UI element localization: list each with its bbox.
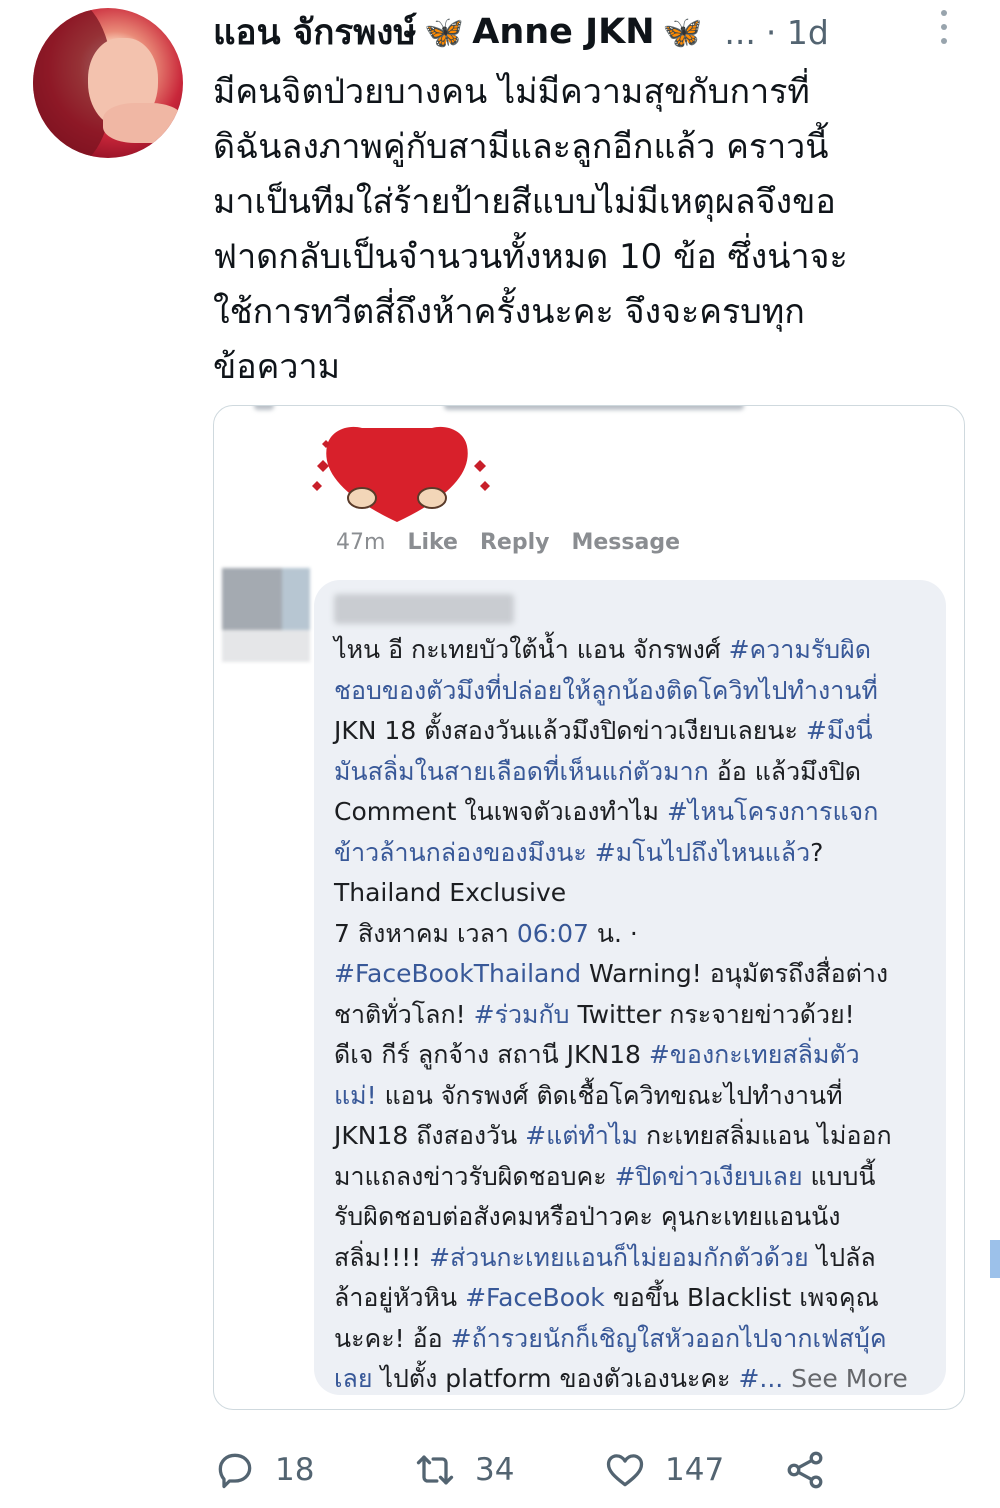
more-options-icon[interactable] [936, 10, 952, 44]
butterfly-emoji-icon: 🦋 [662, 13, 703, 51]
butterfly-emoji-icon: 🦋 [424, 13, 465, 51]
retweet-count: 34 [475, 1452, 515, 1488]
blurred-commenter-avatar [222, 568, 310, 664]
tweet-text-line: ฟาดกลับเป็นจำนวนทั้งหมด 10 ข้อ ซึ่งน่าจะ [213, 237, 848, 277]
comment-line: มันสลิ่มในสายเลือดที่เห็นแก่ตัวมาก อ้อ แ… [334, 756, 861, 786]
scroll-indicator[interactable] [990, 1240, 1000, 1278]
retweet-button[interactable]: 34 [413, 1448, 603, 1492]
like-button[interactable]: 147 [603, 1448, 783, 1492]
comment-time: 47m [336, 530, 386, 555]
comment-line: JKN 18 ตั้งสองวันแล้วมึงปิดข่าวเงียบเลยน… [334, 716, 873, 745]
comment-line: สลิ่ม!!!! #ส่วนกะเทยแอนก็ไม่ยอมกักตัวด้ว… [334, 1242, 876, 1272]
comment-line: ชาติทั่วโลก! #ร่วมกับ Twitter กระจายข่าว… [334, 999, 855, 1029]
reply-button[interactable]: 18 [213, 1448, 413, 1492]
display-name-english[interactable]: Anne JKN [472, 12, 654, 52]
comment-line: แม่! แอน จักรพงศ์ ติดเชื้อโควิทขณะไปทำงา… [334, 1080, 843, 1110]
comment-meta-row: 47m Like Reply Message [336, 530, 680, 555]
comment-line: เลย ไปตั้ง platform ของตัวเองนะคะ #... S… [334, 1364, 908, 1393]
comment-like-link: Like [407, 530, 458, 555]
attached-screenshot-image[interactable]: 47m Like Reply Message ไหน อี กะเทยบัวใต… [213, 405, 965, 1410]
like-count: 147 [665, 1452, 725, 1488]
comment-line: ล้าอยู่หัวหิน #FaceBook ขอขึ้น Blacklist… [334, 1283, 879, 1312]
tweet-text-line: มาเป็นทีมใส่ร้ายป้ายสีแบบไม่มีเหตุผลจึงข… [213, 182, 836, 222]
retweet-icon [416, 1455, 454, 1485]
comment-line: ชอบของตัวมึงที่ปล่อยให้ลูกน้องติดโควิทไป… [334, 675, 878, 705]
tweet-action-bar: 18 34 147 [213, 1442, 953, 1498]
share-button[interactable] [783, 1448, 845, 1492]
comment-line: ไหน อี กะเทยบัวใต้น้ำ แอน จักรพงศ์ #ความ… [334, 635, 872, 664]
share-icon [787, 1451, 823, 1489]
tweet-text: มีคนจิตป่วยบางคน ไม่มีความสุขกับการที่ ด… [213, 65, 983, 395]
comment-line: 7 สิงหาคม เวลา 06:07 น. · [334, 918, 638, 948]
comment-line: นะคะ! อ้อ #ถ้ารวยนักก็เชิญใสหัวออกไปจากเ… [334, 1323, 887, 1353]
comment-line: ข้าวล้านกล่องของมึงนะ #มโนไปถึงไหนแล้ว? [334, 837, 824, 867]
comment-reply-link: Reply [479, 530, 550, 555]
display-name-thai[interactable]: แอน จักรพงษ์ [213, 5, 416, 60]
comment-line: Thailand Exclusive [334, 878, 567, 907]
like-icon [606, 1454, 644, 1487]
comment-text: ไหน อี กะเทยบัวใต้น้ำ แอน จักรพงศ์ #ความ… [334, 630, 944, 1400]
comment-line: ดีเจ กีร์ ลูกจ้าง สถานี JKN18 #ของกะเทยส… [334, 1040, 860, 1069]
tweet-text-line: มีคนจิตป่วยบางคน ไม่มีความสุขกับการที่ [213, 72, 810, 112]
tweet-text-line: ใช้การทวีตสี่ถึงห้าครั้งนะคะ จึงจะครบทุก [213, 292, 805, 332]
tweet-header: แอน จักรพงษ์ 🦋 Anne JKN 🦋 ... · 1d [213, 8, 953, 56]
user-avatar[interactable] [33, 8, 183, 158]
comment-line: มาแถลงข่าวรับผิดชอบคะ #ปิดข่าวเงียบเลย แ… [334, 1161, 876, 1191]
tweet-text-line: ดิฉันลงภาพคู่กับสามีและลูกอีกแล้ว คราวนี… [213, 127, 829, 167]
tweet-timestamp[interactable]: · 1d [766, 13, 829, 52]
comment-message-link: Message [571, 530, 680, 555]
blurred-commenter-name [334, 594, 514, 624]
handle-truncation: ... [724, 12, 756, 52]
comment-line: Comment ในเพจตัวเองทำไม #ไหนโครงการแจก [334, 797, 879, 826]
reply-icon [218, 1453, 252, 1489]
comment-bubble: ไหน อี กะเทยบัวใต้น้ำ แอน จักรพงศ์ #ความ… [314, 580, 946, 1395]
comment-line: #FaceBookThailand Warning! อนุมัตรถึงสื่… [334, 959, 889, 988]
comment-line: รับผิดชอบต่อสังคมหรือป่าวคะ คุนกะเทยแอนน… [334, 1202, 841, 1231]
comment-line: JKN18 ถึงสองวัน #แต่ทำไม กะเทยสลิ่มแอน ไ… [334, 1121, 892, 1150]
tweet-text-line: ข้อความ [213, 347, 341, 387]
cropped-header-strip [214, 406, 964, 416]
heart-sticker-icon [312, 426, 490, 522]
reply-count: 18 [275, 1452, 315, 1488]
